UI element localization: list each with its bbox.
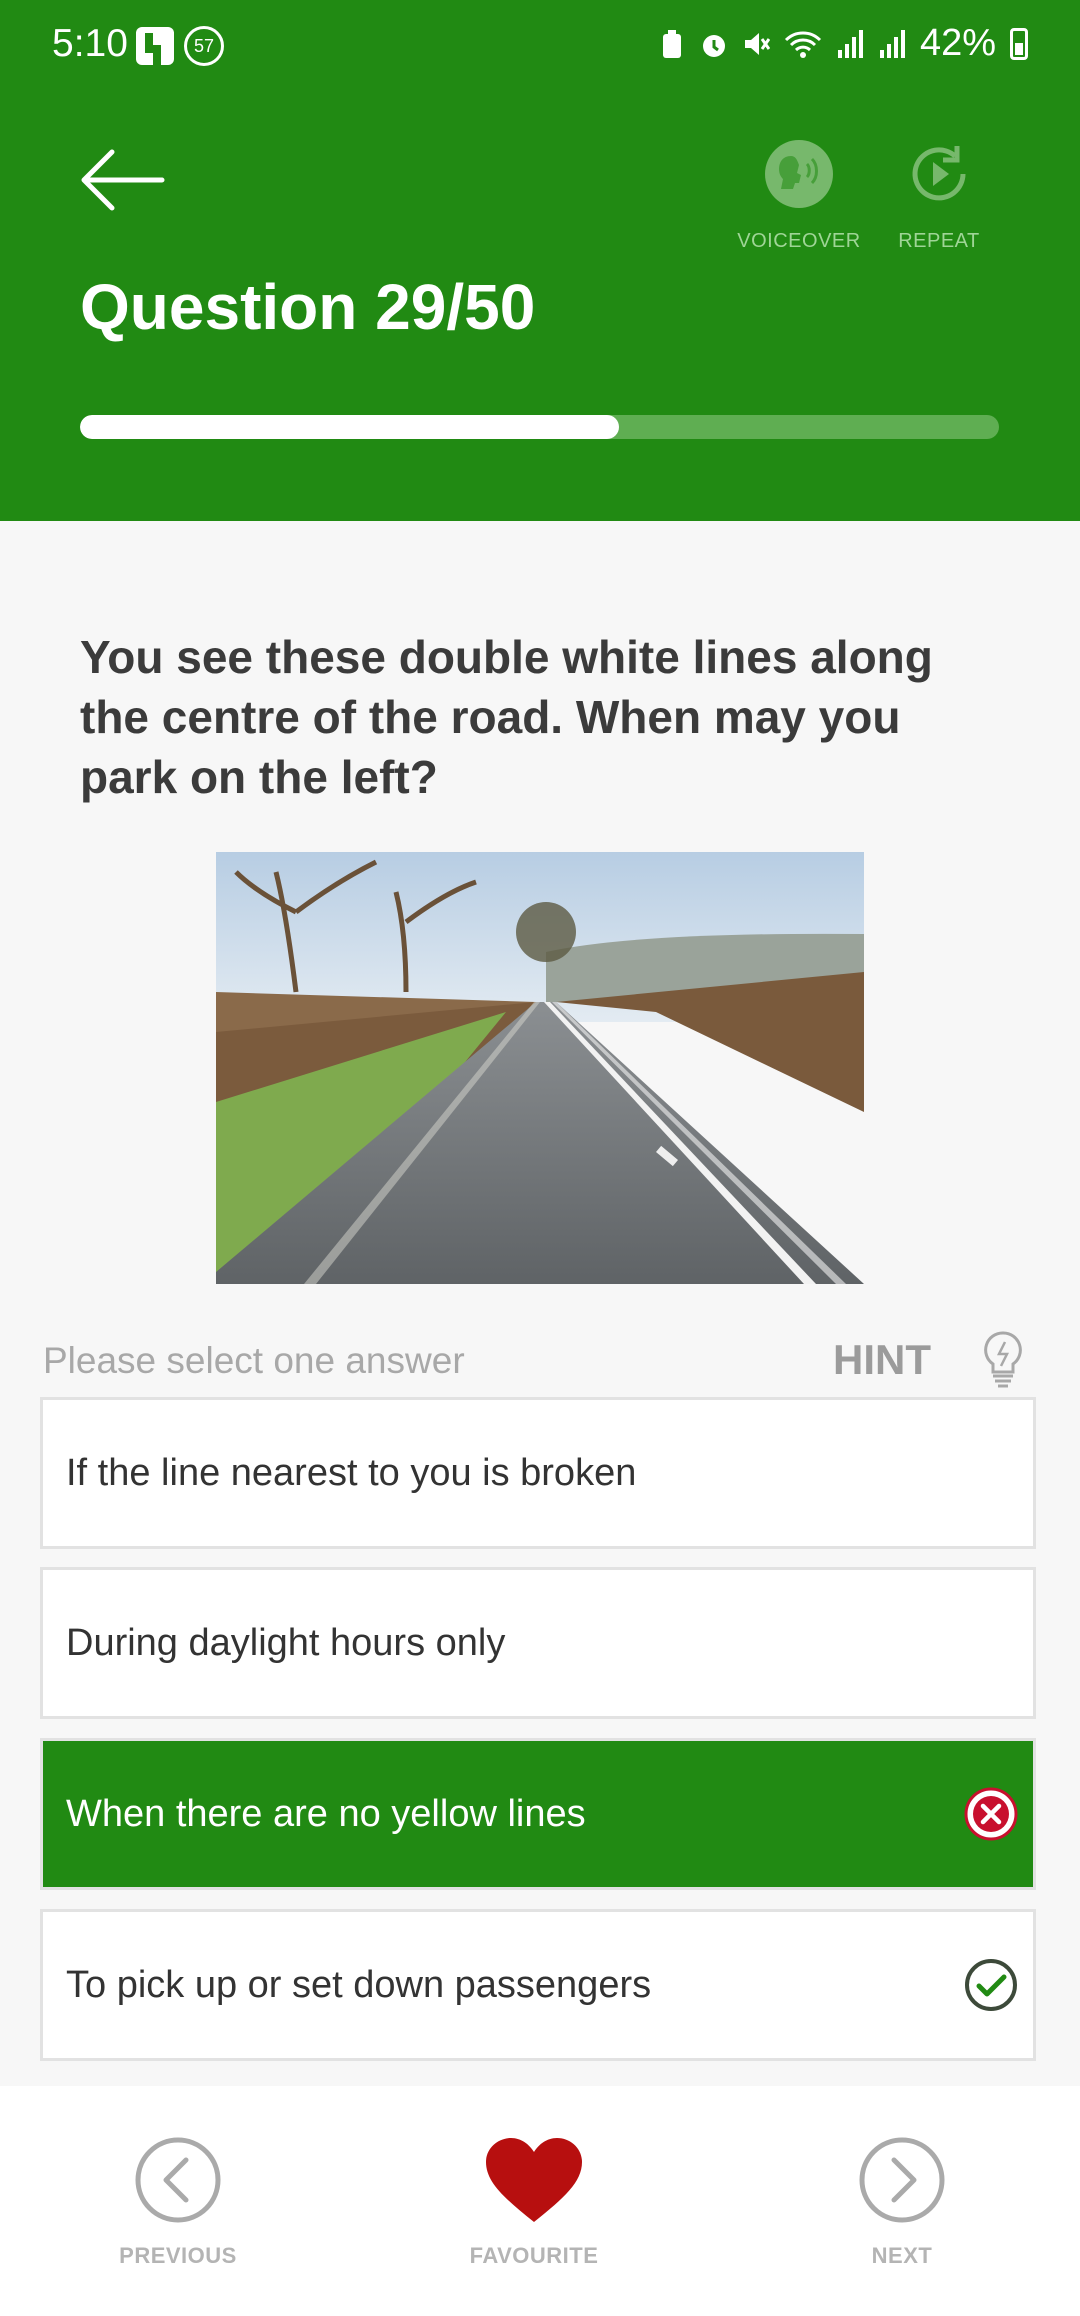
wrong-cross-icon — [964, 1787, 1018, 1841]
signal-icon — [837, 29, 863, 58]
battery-percent: 42% — [919, 22, 996, 64]
favourite-button[interactable]: FAVOURITE — [434, 2136, 634, 2269]
status-bar: 5:10 57 42% — [0, 0, 1080, 96]
battery-icon — [1010, 27, 1028, 60]
chevron-right-circle-icon — [859, 2137, 945, 2223]
answer-option-3[interactable]: When there are no yellow lines — [40, 1738, 1036, 1890]
back-arrow-icon[interactable] — [78, 148, 166, 212]
bottom-nav: PREVIOUS FAVOURITE NEXT — [0, 2086, 1080, 2316]
voiceover-button[interactable]: VOICEOVER — [724, 140, 874, 253]
answer-option-1[interactable]: If the line nearest to you is broken — [40, 1397, 1036, 1549]
mute-icon — [744, 32, 770, 55]
notification-badge: 57 — [184, 26, 224, 66]
road-with-double-white-lines-photo — [216, 852, 864, 1284]
status-time: 5:10 — [52, 22, 128, 65]
repeat-icon — [905, 140, 973, 208]
voiceover-label: VOICEOVER — [737, 230, 861, 252]
progress-bar — [80, 415, 999, 439]
answer-label: To pick up or set down passengers — [66, 1963, 652, 2006]
next-button[interactable]: NEXT — [802, 2136, 1002, 2269]
answer-option-2[interactable]: During daylight hours only — [40, 1567, 1036, 1719]
previous-label: PREVIOUS — [119, 2243, 237, 2268]
hint-button[interactable]: HINT — [833, 1336, 931, 1384]
battery-saver-icon — [662, 29, 681, 58]
repeat-label: REPEAT — [898, 230, 980, 252]
chevron-left-circle-icon — [135, 2137, 221, 2223]
repeat-button[interactable]: REPEAT — [864, 140, 1014, 253]
answer-label: During daylight hours only — [66, 1621, 506, 1664]
progress-fill — [80, 415, 619, 439]
answer-label: When there are no yellow lines — [66, 1792, 586, 1835]
header: 5:10 57 42% VOICEOVER REPEAT Question 29… — [0, 0, 1080, 521]
select-instruction: Please select one answer — [43, 1340, 465, 1381]
heart-icon — [486, 2138, 582, 2222]
alarm-icon — [702, 34, 725, 57]
next-label: NEXT — [871, 2243, 933, 2268]
lightbulb-icon[interactable] — [982, 1330, 1024, 1388]
correct-check-icon — [965, 1959, 1017, 2011]
app-icon — [136, 27, 174, 65]
signal-icon — [879, 29, 905, 58]
previous-button[interactable]: PREVIOUS — [78, 2136, 278, 2269]
favourite-label: FAVOURITE — [469, 2243, 599, 2268]
question-text: You see these double white lines along t… — [80, 631, 933, 803]
answer-label: If the line nearest to you is broken — [66, 1451, 637, 1494]
answer-option-4[interactable]: To pick up or set down passengers — [40, 1909, 1036, 2061]
question-counter: Question 29/50 — [80, 271, 536, 343]
wifi-icon — [784, 30, 821, 58]
voiceover-icon — [765, 140, 833, 208]
